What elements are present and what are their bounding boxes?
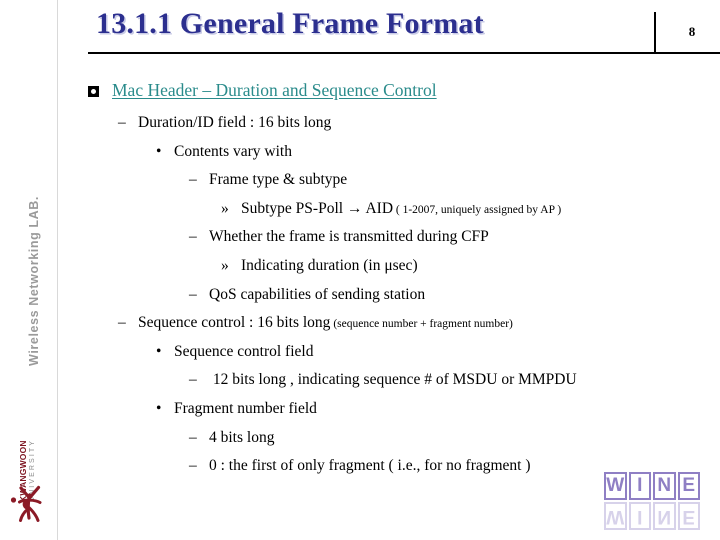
content-line: –4 bits long (189, 429, 274, 447)
wine-letter: W (604, 472, 627, 500)
wine-letter: I (628, 502, 651, 530)
wine-letter: E (677, 472, 700, 500)
wine-letter: N (653, 472, 676, 500)
kwangwoon-university-logo: KWANGWOON UNIVERSITY (2, 430, 56, 530)
slide-canvas: Wireless Networking LAB. KWANGWOON UNIVE… (0, 0, 720, 540)
line-note: ( 1-2007, uniquely assigned by AP ) (393, 203, 562, 216)
page-title: 13.1.1 General Frame Format (96, 7, 484, 40)
content-line: – Whether the frame is transmitted during… (189, 228, 489, 246)
line-marker: » (221, 257, 229, 274)
line-text: Subtype PS-Poll → AID (241, 199, 394, 217)
line-marker: – (189, 285, 197, 303)
line-text: Duration/ID field : 16 bits long (138, 114, 332, 131)
line-text: Indicating duration (in μsec) (241, 257, 418, 274)
content-line: – Sequence control : 16 bits long (sequen… (118, 314, 513, 332)
line-text: Whether the frame is transmitted during … (209, 228, 489, 246)
line-text: Sequence control field (174, 342, 314, 360)
line-marker: – (189, 228, 197, 246)
wine-letter: N (653, 502, 676, 530)
slide-header: 13.1.1 General Frame Format 8 (58, 0, 720, 58)
content-line: – QoS capabilities of sending station (189, 286, 425, 304)
content-line: – Frame type & subtype (189, 171, 347, 189)
line-text: Fragment number field (174, 400, 317, 417)
line-text: 12 bits long , indicating sequence # of … (209, 371, 577, 389)
kwangwoon-figure-icon (10, 485, 42, 522)
slide-body: Mac Header – Duration and Sequence Contr… (58, 62, 720, 532)
wine-letter: W (604, 502, 627, 530)
line-marker: • (156, 142, 162, 160)
wine-letter: E (677, 502, 700, 530)
line-text: 4 bits long (209, 428, 275, 446)
header-vertical-divider (654, 12, 656, 53)
content-line: • Sequence control field (156, 343, 313, 361)
wine-letter: I (628, 472, 651, 500)
content-line: » Indicating duration (in μsec) (221, 257, 418, 275)
content-line: –0 : the first of only fragment ( i.e., … (189, 457, 531, 475)
line-marker: – (189, 457, 197, 475)
square-bullet-icon (88, 86, 99, 97)
content-line: • Fragment number field (156, 400, 317, 418)
wine-logo-reflection: WINE (604, 502, 700, 530)
wine-logo-watermark: WINE WINE (604, 472, 700, 532)
content-heading: Mac Header – Duration and Sequence Contr… (112, 80, 437, 100)
content-line: – 12 bits long , indicating sequence # o… (189, 371, 577, 389)
lab-name-vertical-label: Wireless Networking LAB. (27, 196, 41, 366)
line-text: 0 : the first of only fragment ( i.e., f… (209, 457, 531, 475)
sidebar: Wireless Networking LAB. KWANGWOON UNIVE… (0, 0, 58, 540)
content-line: • Contents vary with (156, 143, 292, 161)
content-line: – Duration/ID field : 16 bits long (118, 114, 331, 132)
line-text: QoS capabilities of sending station (209, 285, 426, 303)
line-marker: – (189, 428, 197, 446)
line-text: Frame type & subtype (209, 171, 348, 189)
line-note: (sequence number + fragment number) (330, 318, 513, 331)
line-marker: – (118, 314, 126, 332)
line-marker: » (221, 199, 229, 217)
wine-logo-letters: WINE (604, 472, 700, 500)
header-rule (88, 52, 720, 54)
content-line: » Subtype PS-Poll → AID ( 1-2007, uniquel… (221, 200, 561, 218)
line-text: Sequence control : 16 bits long (138, 314, 331, 332)
line-marker: • (156, 342, 162, 360)
line-marker: – (118, 114, 126, 131)
line-marker: – (189, 371, 197, 389)
line-text: Contents vary with (174, 142, 292, 160)
line-marker: – (189, 171, 197, 189)
page-number: 8 (688, 24, 696, 39)
line-marker: • (156, 400, 162, 417)
